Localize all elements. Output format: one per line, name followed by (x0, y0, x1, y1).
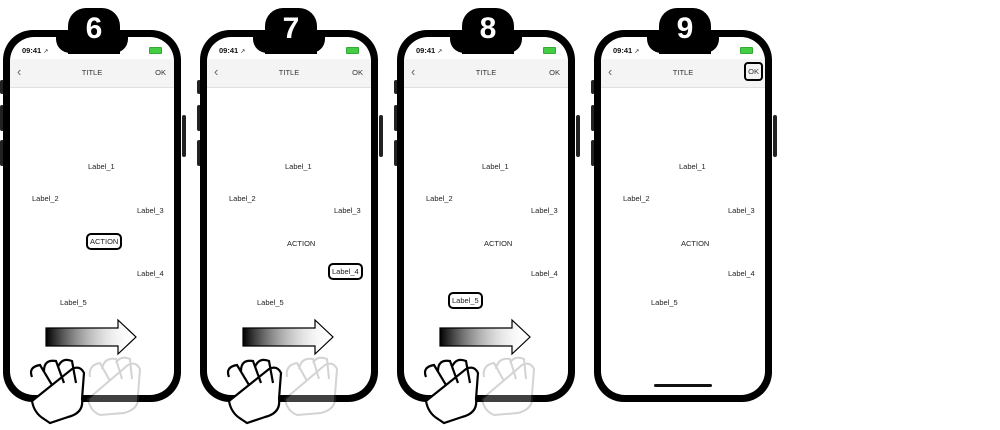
label-2: Label_2 (229, 194, 256, 203)
phone-screen: 09:41 ↗ ‹ TITLE OK Label_1 Label_2 Label… (601, 37, 765, 395)
step-number: 9 (676, 12, 694, 45)
status-time: 09:41 ↗ (22, 46, 49, 55)
swipe-hand-icon (29, 356, 142, 425)
status-time: 09:41 ↗ (613, 46, 640, 55)
step-badge: 7 (265, 8, 317, 54)
battery-icon (543, 47, 556, 54)
power-button (773, 115, 777, 157)
step-7: 7 09:41 ↗ ‹ TITLE OK Label_1 Label_2 Lab… (197, 0, 383, 430)
nav-title: TITLE (81, 68, 103, 77)
location-icon: ↗ (437, 49, 443, 55)
swipe-hand-icon (226, 356, 339, 425)
phone-frame: 09:41 ↗ ‹ TITLE OK Label_1 Label_2 Label… (594, 30, 772, 402)
battery-icon (346, 47, 359, 54)
label-2: Label_2 (32, 194, 59, 203)
navigation-bar: ‹ TITLE OK (10, 59, 174, 88)
label-4: Label_4 (137, 269, 164, 278)
power-button (576, 115, 580, 157)
label-5: Label_5 (257, 298, 284, 307)
battery-icon (740, 47, 753, 54)
label-3: Label_3 (334, 206, 361, 215)
power-button (182, 115, 186, 157)
swipe-right-arrow-icon (45, 318, 137, 356)
swipe-right-arrow-icon (439, 318, 531, 356)
label-1: Label_1 (88, 162, 115, 171)
location-icon: ↗ (634, 49, 640, 55)
navigation-bar: ‹ TITLE OK (207, 59, 371, 88)
step-badge: 6 (68, 8, 120, 54)
label-1: Label_1 (679, 162, 706, 171)
step-8: 8 09:41 ↗ ‹ TITLE OK Label_1 Label_2 Lab… (394, 0, 580, 430)
label-3: Label_3 (137, 206, 164, 215)
label-1: Label_1 (285, 162, 312, 171)
home-indicator[interactable] (654, 384, 712, 387)
action-button[interactable]: ACTION (681, 239, 709, 248)
label-3: Label_3 (728, 206, 755, 215)
swipe-right-arrow-icon (242, 318, 334, 356)
navigation-bar: ‹ TITLE OK (601, 59, 765, 88)
ok-button[interactable]: OK (549, 68, 560, 77)
nav-title: TITLE (475, 68, 497, 77)
label-4: Label_4 (328, 263, 363, 280)
label-5: Label_5 (60, 298, 87, 307)
step-9: 9 09:41 ↗ ‹ TITLE OK Label_1 Label_2 Lab… (591, 0, 777, 430)
step-badge: 8 (462, 8, 514, 54)
ok-button[interactable]: OK (744, 62, 763, 81)
label-4: Label_4 (728, 269, 755, 278)
label-5: Label_5 (448, 292, 483, 309)
nav-title: TITLE (278, 68, 300, 77)
nav-title: TITLE (672, 68, 694, 77)
battery-icon (149, 47, 162, 54)
label-2: Label_2 (623, 194, 650, 203)
location-icon: ↗ (43, 49, 49, 55)
navigation-bar: ‹ TITLE OK (404, 59, 568, 88)
ok-button[interactable]: OK (155, 68, 166, 77)
power-button (379, 115, 383, 157)
label-2: Label_2 (426, 194, 453, 203)
location-icon: ↗ (240, 49, 246, 55)
label-5: Label_5 (651, 298, 678, 307)
step-badge: 9 (659, 8, 711, 54)
label-4: Label_4 (531, 269, 558, 278)
action-button[interactable]: ACTION (484, 239, 512, 248)
step-number: 7 (282, 12, 300, 45)
label-1: Label_1 (482, 162, 509, 171)
action-button[interactable]: ACTION (85, 233, 123, 250)
step-number: 8 (479, 12, 497, 45)
swipe-hand-icon (423, 356, 536, 425)
status-time: 09:41 ↗ (416, 46, 443, 55)
label-3: Label_3 (531, 206, 558, 215)
action-button[interactable]: ACTION (287, 239, 315, 248)
status-time: 09:41 ↗ (219, 46, 246, 55)
ok-button[interactable]: OK (352, 68, 363, 77)
step-6: 6 09:41 ↗ ‹ TITLE OK Label_1 Label_2 Lab… (0, 0, 186, 430)
step-number: 6 (85, 12, 103, 45)
